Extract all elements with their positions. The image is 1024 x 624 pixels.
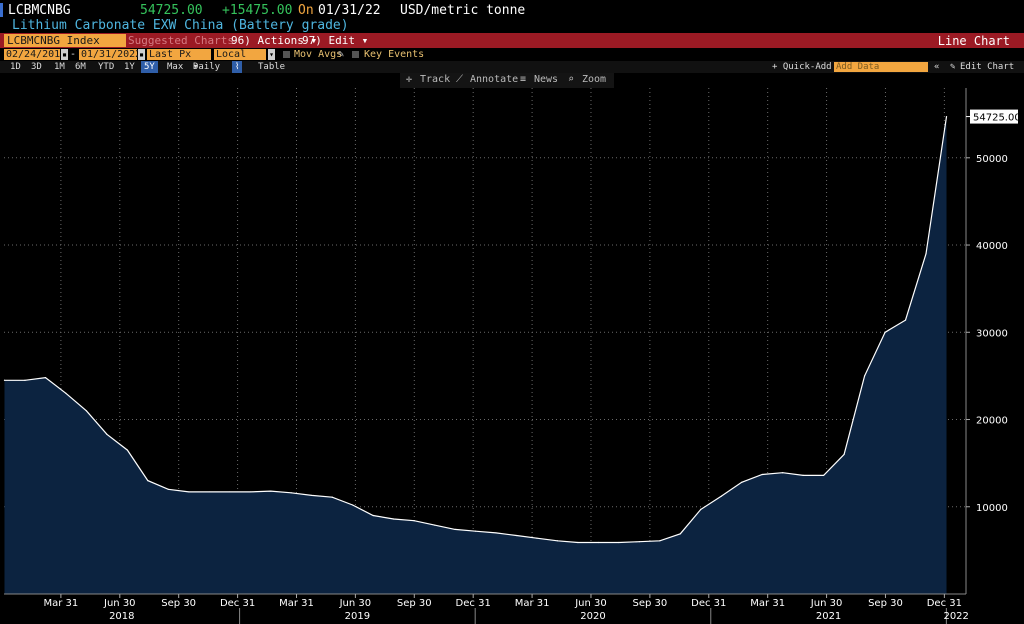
data-point — [925, 253, 927, 255]
x-tick-label: Sep 30 — [868, 598, 903, 609]
x-year-label: 2022 — [943, 611, 968, 622]
data-point — [802, 474, 804, 476]
data-point — [761, 473, 763, 476]
area-fill — [4, 116, 947, 594]
x-year-label: 2020 — [580, 611, 605, 622]
data-point — [229, 491, 231, 493]
x-tick-label: Sep 30 — [632, 598, 667, 609]
y-tick-label: 30000 — [976, 328, 1008, 339]
x-year-label: 2018 — [109, 611, 134, 622]
data-point — [85, 410, 88, 412]
data-point — [126, 449, 128, 451]
data-point — [331, 496, 333, 498]
data-point — [290, 492, 292, 494]
last-value-label: 54725.00 — [973, 113, 1021, 124]
data-point — [945, 115, 948, 118]
data-point — [638, 541, 640, 543]
x-tick-label: Mar 31 — [515, 598, 550, 609]
x-tick-label: Dec 31 — [927, 598, 962, 609]
data-point — [454, 528, 456, 531]
data-point — [413, 520, 415, 522]
data-point — [904, 319, 907, 321]
data-point — [679, 533, 681, 535]
x-tick-label: Jun 30 — [574, 598, 607, 609]
data-point — [536, 537, 538, 539]
data-point — [188, 491, 190, 493]
y-tick-label: 10000 — [976, 503, 1008, 514]
data-point — [24, 379, 26, 381]
price-chart[interactable]: 10000 20000 30000 40000 50000 54725.00 Mar 31 J… — [0, 0, 1024, 624]
x-year-label: 2021 — [816, 611, 841, 622]
data-point — [577, 541, 579, 544]
x-tick-label: Sep 30 — [161, 598, 196, 609]
x-tick-label: Sep 30 — [397, 598, 432, 609]
x-year-label: 2019 — [345, 611, 370, 622]
data-point — [65, 392, 67, 394]
data-point — [392, 518, 395, 520]
data-point — [659, 540, 661, 542]
y-tick-label: 50000 — [976, 154, 1008, 165]
data-point — [700, 508, 702, 510]
data-point — [515, 534, 518, 537]
data-point — [823, 474, 825, 476]
x-tick-label: Dec 31 — [220, 598, 255, 609]
data-point — [249, 491, 251, 493]
data-point — [618, 541, 620, 544]
y-tick-label: 40000 — [976, 241, 1008, 252]
data-point — [720, 495, 722, 497]
x-tick-label: Mar 31 — [750, 598, 785, 609]
data-point — [433, 524, 436, 526]
data-point — [741, 481, 743, 483]
data-point — [597, 541, 599, 544]
data-point — [884, 331, 886, 333]
data-point — [44, 377, 47, 379]
data-point — [495, 532, 497, 534]
data-point — [270, 490, 272, 492]
data-point — [208, 491, 210, 493]
data-point — [106, 433, 108, 435]
y-tick-label: 20000 — [976, 416, 1008, 427]
data-point — [863, 375, 866, 377]
data-point — [167, 488, 169, 490]
data-point — [474, 530, 477, 532]
data-point — [352, 504, 354, 506]
data-point — [372, 514, 374, 517]
x-tick-label: Dec 31 — [456, 598, 491, 609]
x-tick-label: Mar 31 — [44, 598, 79, 609]
x-tick-label: Dec 31 — [691, 598, 726, 609]
x-tick-label: Jun 30 — [339, 598, 372, 609]
x-tick-label: Jun 30 — [103, 598, 136, 609]
data-point — [843, 453, 845, 456]
data-point — [147, 479, 149, 482]
data-point — [3, 379, 6, 381]
data-point — [311, 494, 313, 497]
data-point — [556, 540, 559, 542]
x-tick-label: Jun 30 — [810, 598, 843, 609]
x-tick-label: Mar 31 — [279, 598, 314, 609]
data-point — [782, 472, 784, 474]
